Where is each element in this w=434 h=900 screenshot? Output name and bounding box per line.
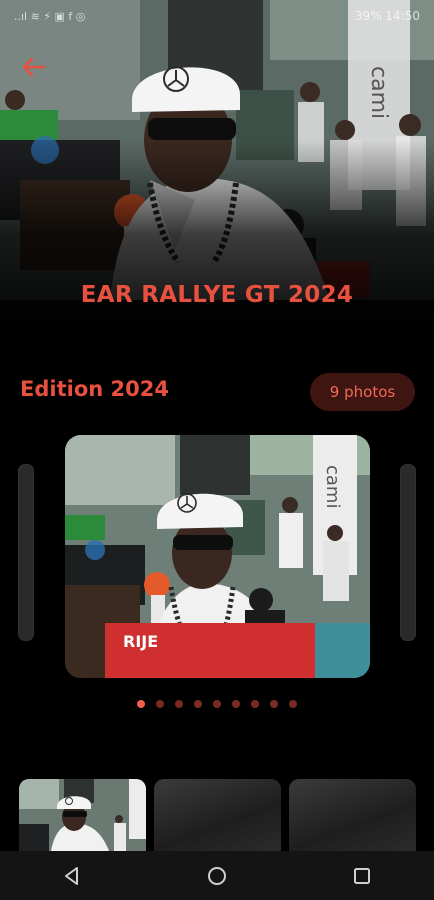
page-title: EAR RALLYE GT 2024 — [80, 282, 354, 308]
nav-recents-button[interactable] — [337, 856, 387, 896]
thumbnail-strip — [19, 779, 416, 851]
carousel-dot-8[interactable] — [270, 700, 278, 708]
back-button[interactable] — [20, 54, 48, 80]
photo-carousel[interactable]: cami RIJE — [0, 430, 434, 680]
carousel-dot-6[interactable] — [232, 700, 240, 708]
carousel-dot-2[interactable] — [156, 700, 164, 708]
carousel-dot-7[interactable] — [251, 700, 259, 708]
carousel-dot-3[interactable] — [175, 700, 183, 708]
thumbnail-1-image — [19, 779, 146, 851]
edition-title: Edition 2024 — [20, 377, 169, 401]
svg-text:cami: cami — [322, 465, 343, 508]
thumbnail-3[interactable] — [289, 779, 416, 851]
carousel-dot-9[interactable] — [289, 700, 297, 708]
carousel-prev-card[interactable] — [19, 465, 33, 640]
circle-home-icon — [207, 866, 226, 885]
thumbnail-2[interactable] — [154, 779, 281, 851]
triangle-back-icon — [65, 866, 79, 885]
carousel-dot-4[interactable] — [194, 700, 202, 708]
nav-home-button[interactable] — [192, 856, 242, 896]
status-bar: ..ıl ≋ ⚡ ▣ f ◎ 39% 14:50 — [0, 0, 434, 32]
status-time-battery: 39% 14:50 — [354, 9, 420, 23]
system-navigation-bar — [0, 851, 434, 900]
svg-text:RIJE: RIJE — [123, 632, 158, 651]
nav-back-button[interactable] — [47, 856, 97, 896]
carousel-main-photo[interactable]: cami RIJE — [65, 435, 370, 678]
svg-text:cami: cami — [366, 66, 391, 119]
photo-count-badge[interactable]: 9 photos — [310, 373, 415, 411]
hero-header: cami ..ıl ≋ ⚡ ▣ f ◎ 39% 14:50 EAR RALLYE… — [0, 0, 434, 350]
carousel-dot-1[interactable] — [137, 700, 145, 708]
status-left-icons: ..ıl ≋ ⚡ ▣ f ◎ — [14, 9, 86, 23]
carousel-indicator — [0, 700, 434, 708]
carousel-dot-5[interactable] — [213, 700, 221, 708]
hero-gradient-overlay — [0, 140, 434, 350]
thumbnail-1[interactable] — [19, 779, 146, 851]
arrow-left-icon — [22, 57, 46, 77]
square-recents-icon — [353, 867, 370, 884]
carousel-next-card[interactable] — [401, 465, 415, 640]
carousel-photo-image: cami RIJE — [65, 435, 370, 678]
